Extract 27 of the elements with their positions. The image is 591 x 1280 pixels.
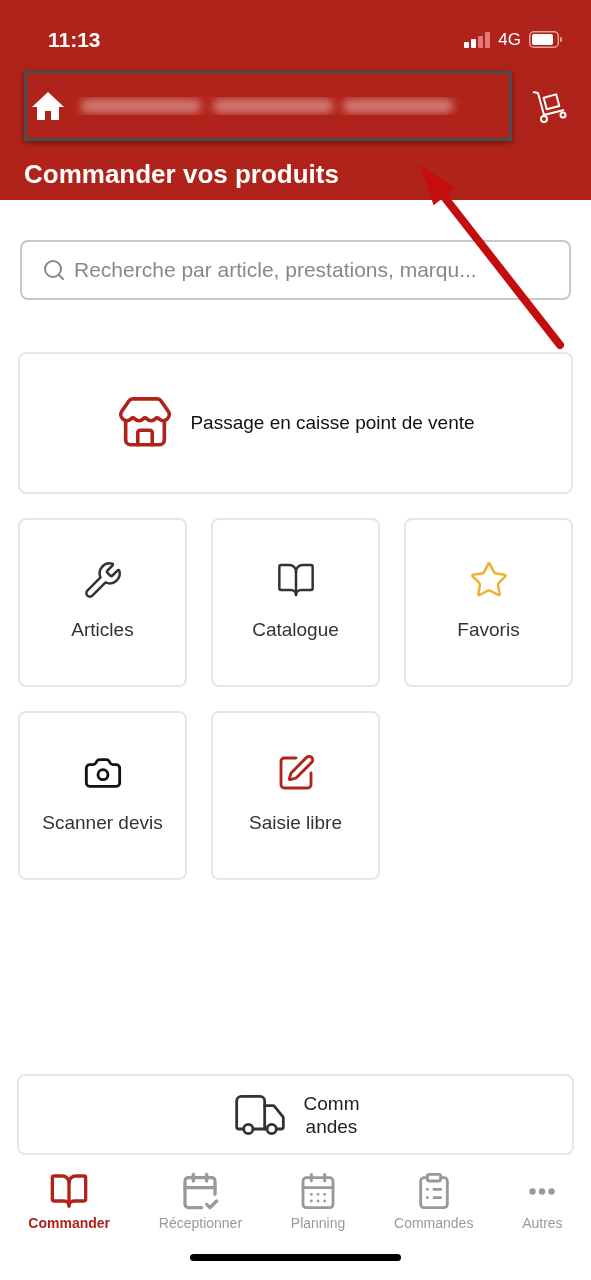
network-label: 4G <box>498 29 521 51</box>
menu-tile[interactable]: Scanner devis <box>18 711 187 880</box>
orders-button[interactable]: Comm andes <box>17 1074 574 1155</box>
tile-label: Saisie libre <box>249 811 342 836</box>
tab-item[interactable]: Commander <box>28 1171 111 1234</box>
menu-tile[interactable]: Favoris <box>404 518 573 687</box>
checkout-card[interactable]: Passage en caisse point de vente <box>18 352 573 494</box>
tile-label: Scanner devis <box>42 811 163 836</box>
status-time: 11:13 <box>48 27 101 53</box>
menu-tile[interactable]: Articles <box>18 518 187 687</box>
search-bar[interactable]: Recherche par article, prestations, marqu... <box>20 240 571 300</box>
menu-tile[interactable]: Saisie libre <box>211 711 380 880</box>
page-title: Commander vos produits <box>24 157 340 191</box>
search-field[interactable]: Recherche par article, prestations, marqu... <box>74 254 549 286</box>
tile-label: Articles <box>71 618 134 643</box>
tile-label: Favoris <box>457 618 520 643</box>
orders-label: Comm andes <box>303 1091 360 1138</box>
signal-icon <box>464 31 491 48</box>
wrench-icon <box>82 560 123 601</box>
card-label: Passage en caisse point de vente <box>190 410 475 435</box>
home-icon <box>31 90 65 121</box>
battery-icon <box>529 31 563 49</box>
search-icon <box>42 258 66 282</box>
menu-tile[interactable]: Catalogue <box>211 518 380 687</box>
tile-label: Catalogue <box>252 618 339 643</box>
calendar-check-icon <box>180 1171 221 1211</box>
more-icon <box>529 1187 556 1195</box>
